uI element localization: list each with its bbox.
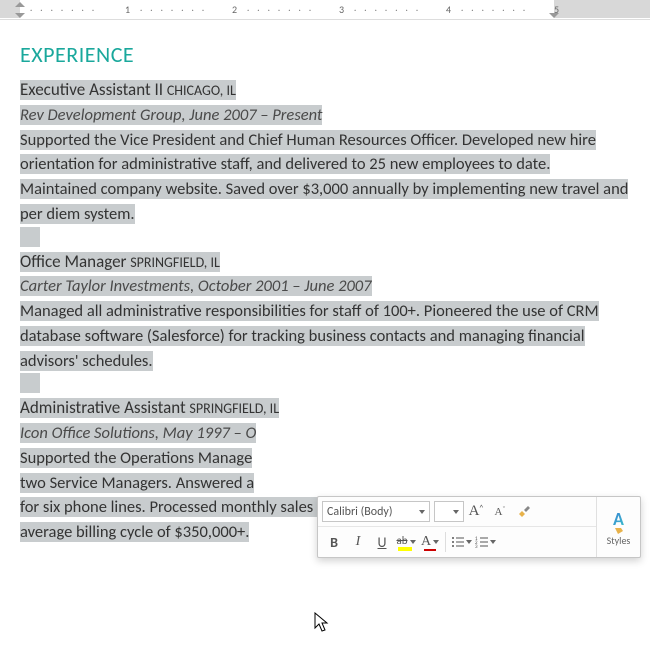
job-title: Office Manager	[20, 251, 126, 272]
job-entry: Office Manager SPRINGFIELD, IL Carter Ta…	[20, 249, 630, 374]
job-body-line: average billing cycle of $350,000+.	[20, 522, 249, 542]
ruler-ticks: · · · · · · ·	[140, 5, 207, 16]
job-employer-truncated: O	[246, 423, 257, 443]
bold-button[interactable]: B	[322, 530, 346, 554]
document-body[interactable]: EXPERIENCE Executive Assistant II CHICAG…	[0, 20, 650, 545]
chevron-down-icon	[410, 540, 416, 544]
job-entry: Executive Assistant II CHICAGO, IL Rev D…	[20, 77, 630, 227]
shrink-font-button[interactable]: Aˇ	[488, 500, 512, 524]
font-size-combo[interactable]	[434, 501, 464, 522]
chevron-down-icon	[419, 510, 425, 514]
svg-text:3: 3	[475, 544, 478, 549]
mini-toolbar: Calibri (Body) A^ Aˇ B I U ab	[317, 496, 641, 558]
numbering-button[interactable]: 1 2 3	[473, 530, 497, 554]
mouse-cursor	[314, 612, 330, 634]
numbering-icon: 1 2 3	[475, 535, 489, 549]
styles-label: Styles	[607, 534, 631, 547]
job-location: SPRINGFIELD, IL	[189, 400, 279, 417]
job-location: CHICAGO, IL	[167, 82, 236, 99]
ruler-number: 5	[554, 3, 559, 16]
highlight-button[interactable]: ab	[394, 530, 418, 554]
font-color-button[interactable]: A	[418, 530, 442, 554]
chevron-down-icon	[433, 540, 439, 544]
ruler-number: 4	[446, 3, 451, 16]
underline-button[interactable]: U	[370, 530, 394, 554]
styles-icon: A	[613, 508, 624, 530]
format-painter-button[interactable]	[512, 500, 536, 524]
job-title: Executive Assistant II	[20, 79, 163, 100]
bullets-button[interactable]	[449, 530, 473, 554]
ruler-first-line-indent[interactable]	[15, 2, 25, 7]
font-color-swatch	[424, 549, 436, 551]
font-name-combo[interactable]: Calibri (Body)	[322, 501, 430, 522]
ruler-number: 1	[125, 3, 130, 16]
ruler-number: 2	[232, 3, 237, 16]
ruler[interactable]: · · · · · · · 1 · · · · · · · 2 · · · · …	[0, 0, 650, 20]
section-heading: EXPERIENCE	[20, 38, 630, 71]
bullets-icon	[451, 535, 465, 549]
job-title: Administrative Assistant	[20, 397, 186, 418]
job-employer: Icon Office Solutions, May 1997 –	[20, 423, 246, 443]
font-name-value: Calibri (Body)	[327, 505, 392, 519]
job-employer: Carter Taylor Investments, October 2001 …	[20, 276, 372, 296]
ruler-ticks: · · · · · · ·	[354, 5, 421, 16]
job-location: SPRINGFIELD, IL	[130, 254, 220, 271]
highlight-swatch	[398, 547, 412, 551]
separator	[445, 532, 446, 552]
job-body-line: for six phone lines. Processed mont	[20, 497, 257, 517]
grow-font-button[interactable]: A^	[464, 500, 488, 524]
chevron-down-icon	[490, 540, 496, 544]
ruler-ticks: · · · · · · ·	[247, 5, 314, 16]
italic-button[interactable]: I	[346, 530, 370, 554]
job-employer: Rev Development Group, June 2007 – Prese…	[20, 105, 322, 125]
ruler-ticks: · · · · · · ·	[461, 5, 528, 16]
job-body: Managed all administrative responsibilit…	[20, 301, 599, 371]
paintbrush-icon	[516, 504, 532, 520]
ruler-ticks: · · · · · · ·	[30, 5, 97, 16]
ruler-hanging-indent[interactable]	[15, 13, 25, 18]
chevron-down-icon	[453, 510, 459, 514]
ruler-right-margin	[554, 0, 650, 18]
selected-blank-line	[20, 373, 40, 393]
job-body: Supported the Vice President and Chief H…	[20, 130, 628, 224]
job-body-line: Supported the Operations Manage	[20, 448, 252, 468]
ruler-number: 3	[339, 3, 344, 16]
chevron-down-icon	[466, 540, 472, 544]
job-body-line: two Service Managers. Answered a	[20, 473, 254, 493]
selected-blank-line	[20, 227, 40, 247]
styles-button[interactable]: A Styles	[596, 497, 640, 557]
